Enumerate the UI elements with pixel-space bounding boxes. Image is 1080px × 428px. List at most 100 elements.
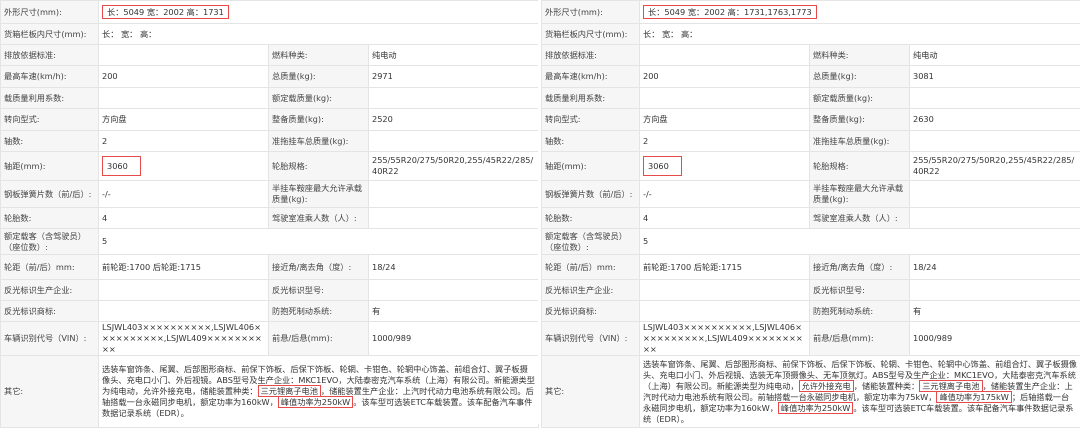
field-value: 2	[640, 131, 810, 152]
highlighted-value: 长：5049 宽：2002 高：1731	[102, 5, 229, 19]
field-value-text: 2520	[372, 114, 393, 124]
field-value	[640, 280, 810, 301]
field-value	[369, 208, 539, 229]
field-value-text: 2	[102, 136, 107, 146]
field-value-text: 2971	[372, 71, 393, 81]
field-label: 前悬/后悬(mm):	[269, 322, 369, 356]
field-label: 接近角/离去角（度）:	[810, 255, 910, 280]
field-value: 1000/989	[910, 322, 1080, 356]
field-label: 轮胎规格:	[269, 152, 369, 181]
field-label: 轴数:	[1, 131, 99, 152]
field-value-text: 5	[102, 236, 107, 246]
table-row: 排放依据标准:燃料种类:纯电动	[1, 45, 539, 66]
field-value-text: 纯电动	[913, 50, 938, 60]
field-value: 3081	[910, 66, 1080, 88]
field-value-text: 200	[102, 71, 118, 81]
field-value: 1000/989	[369, 322, 539, 356]
field-value: 3060	[640, 152, 810, 181]
field-value-text: 255/55R20/275/50R20,255/45R22/285/40R22	[913, 155, 1074, 176]
field-label: 反光标识商标:	[1, 301, 99, 322]
field-value: 有	[369, 301, 539, 322]
table-row: 轴数:2准拖挂车总质量(kg):	[1, 131, 539, 152]
field-label: 防抱死制动系统:	[269, 301, 369, 322]
field-value-text: 3081	[913, 71, 934, 81]
field-label: 驾驶室准乘人数（人）:	[810, 208, 910, 229]
field-value	[369, 88, 539, 109]
field-label: 轮胎规格:	[810, 152, 910, 181]
field-value	[910, 208, 1080, 229]
field-label: 轴距(mm):	[1, 152, 99, 181]
table-row: 反光标识生产企业:反光标识型号:	[542, 280, 1080, 301]
field-value	[99, 88, 269, 109]
field-value: LSJWL403××××××××××,LSJWL406××××××××××,LS…	[99, 322, 269, 356]
field-value-text: 1000/989	[913, 333, 952, 343]
field-value-text: LSJWL403××××××××××,LSJWL406××××××××××,LS…	[102, 322, 262, 354]
spec-table: 外形尺寸(mm):长：5049 宽：2002 高：1731货箱栏板内尺寸(mm)…	[0, 0, 539, 428]
field-value	[910, 88, 1080, 109]
table-row: 反光标识商标: 防抱死制动系统:有	[1, 301, 539, 322]
field-value: 2971	[369, 66, 539, 88]
table-row: 外形尺寸(mm):长：5049 宽：2002 高：1731	[1, 1, 539, 24]
table-row-other: 其它:选装车窗饰条、尾翼、后部图形商标、前保下饰板、后保下饰板、轮辋、卡钳色、轮…	[1, 356, 539, 428]
field-value-text: -/-	[102, 189, 111, 199]
field-value-text: 4	[643, 213, 648, 223]
other-notes: 选装车窗饰条、尾翼、后部图形商标、前保下饰板、后保下饰板、轮辋、卡钳色、轮辋中心…	[99, 356, 539, 428]
field-label: 前悬/后悬(mm):	[810, 322, 910, 356]
field-label: 轮胎数:	[1, 208, 99, 229]
field-value: 18/24	[369, 255, 539, 280]
field-label: 载质量利用系数:	[1, 88, 99, 109]
field-label: 钢板弹簧片数（前/后）:	[1, 181, 99, 208]
field-value: 纯电动	[369, 45, 539, 66]
field-label: 轴距(mm):	[542, 152, 640, 181]
table-row: 车辆识别代号（VIN）:LSJWL403××××××××××,LSJWL406×…	[1, 322, 539, 356]
field-value-text: LSJWL403××××××××××,LSJWL406××××××××××,LS…	[643, 322, 803, 354]
table-row: 轮胎数:4驾驶室准乘人数（人）:	[542, 208, 1080, 229]
field-label: 燃料种类:	[810, 45, 910, 66]
field-label: 驾驶室准乘人数（人）:	[269, 208, 369, 229]
field-label: 转向型式:	[1, 109, 99, 131]
field-label: 货箱栏板内尺寸(mm):	[1, 24, 99, 45]
highlighted-note: 三元锂离子电池	[919, 380, 982, 392]
field-value: 5	[640, 229, 1080, 255]
field-value: 2630	[910, 109, 1080, 131]
field-value-text: 前轮距:1700 后轮距:1715	[102, 262, 201, 272]
field-value	[640, 301, 810, 322]
field-value: 有	[910, 301, 1080, 322]
spec-panel-left: 外形尺寸(mm):长：5049 宽：2002 高：1731货箱栏板内尺寸(mm)…	[0, 0, 538, 424]
note-text: ，储能装置种类：	[854, 381, 920, 391]
field-value: -/-	[640, 181, 810, 208]
table-row: 货箱栏板内尺寸(mm):长： 宽： 高：	[1, 24, 539, 45]
field-value: 18/24	[910, 255, 1080, 280]
field-value	[640, 88, 810, 109]
field-value-text: 有	[913, 306, 921, 316]
highlighted-note: 峰值功率为175kW	[936, 391, 1011, 403]
field-value: 长：5049 宽：2002 高：1731,1763,1773	[640, 1, 1080, 24]
field-label: 车辆识别代号（VIN）:	[1, 322, 99, 356]
field-value	[99, 280, 269, 301]
field-label: 车辆识别代号（VIN）:	[542, 322, 640, 356]
table-row: 最高车速(km/h):200总质量(kg):2971	[1, 66, 539, 88]
field-value-text: 255/55R20/275/50R20,255/45R22/285/40R22	[372, 155, 533, 176]
field-value-text: 前轮距:1700 后轮距:1715	[643, 262, 742, 272]
field-label: 轮距（前/后）mm:	[542, 255, 640, 280]
field-value	[369, 131, 539, 152]
field-value	[640, 45, 810, 66]
field-value-text: 长： 宽： 高：	[643, 29, 697, 39]
field-value-text: 纯电动	[372, 50, 397, 60]
field-value: 方向盘	[99, 109, 269, 131]
field-label: 排放依据标准:	[542, 45, 640, 66]
field-value: 3060	[99, 152, 269, 181]
field-value: 4	[640, 208, 810, 229]
field-label: 总质量(kg):	[810, 66, 910, 88]
field-label: 反光标识生产企业:	[1, 280, 99, 301]
field-label: 反光标识生产企业:	[542, 280, 640, 301]
table-row: 钢板弹簧片数（前/后）:-/-半挂车鞍座最大允许承载质量(kg):	[542, 181, 1080, 208]
field-value: 200	[99, 66, 269, 88]
field-value	[99, 301, 269, 322]
field-value: 方向盘	[640, 109, 810, 131]
field-label: 载质量利用系数:	[542, 88, 640, 109]
field-label: 反光标识商标:	[542, 301, 640, 322]
field-label: 额定载质量(kg):	[810, 88, 910, 109]
field-label: 排放依据标准:	[1, 45, 99, 66]
field-value	[369, 181, 539, 208]
